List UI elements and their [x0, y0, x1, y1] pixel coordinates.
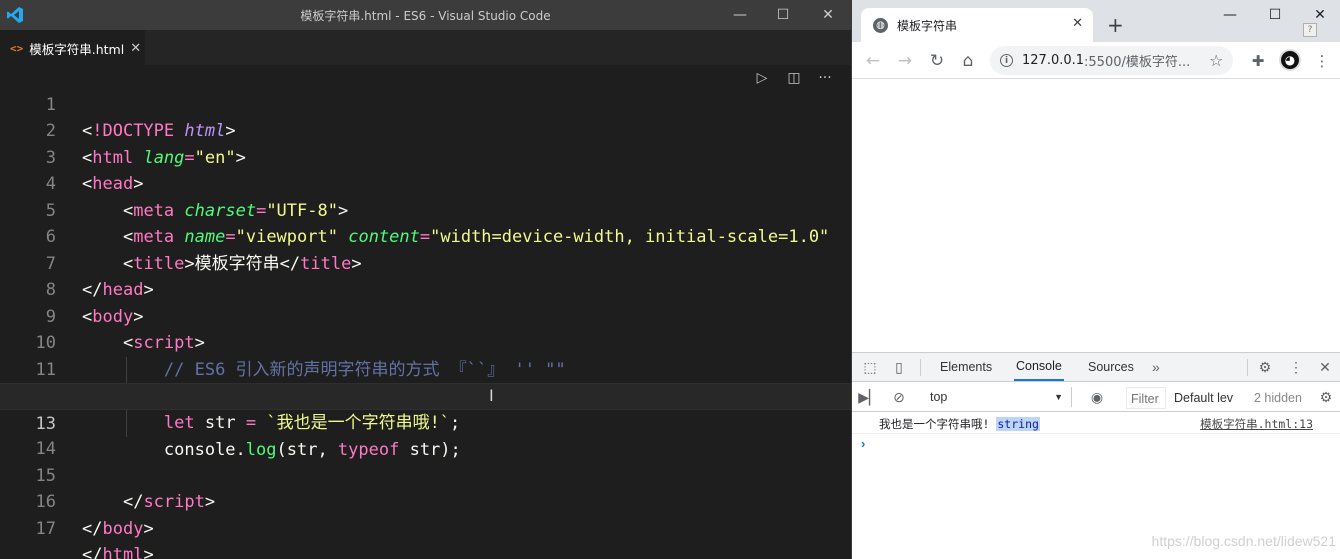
log-source-link[interactable]: 模板字符串.html:13: [1200, 416, 1313, 432]
log-level-selector[interactable]: Default lev: [1174, 387, 1240, 409]
code-line: 16 </body>: [0, 463, 851, 539]
code-line-active: 13 console.log(str, typeof str);: [0, 383, 851, 460]
log-text-wrap: 我也是一个字符串哦! string: [879, 416, 1040, 432]
url-path: :5500/模板字符...: [1084, 55, 1191, 70]
text-cursor-icon: I: [489, 386, 494, 405]
chrome-toolbar: ← → ↻ ⌂ i 127.0.0.1:5500/模板字符... ☆ ✚ ⋮: [852, 42, 1340, 79]
more-tabs-icon[interactable]: »: [1152, 359, 1160, 375]
close-window-button[interactable]: ✕: [805, 0, 851, 30]
code-line: 12 let str = `我也是一个字符串哦!`;: [0, 357, 851, 433]
chrome-tabstrip: ◍ 模板字符串 ✕ + — ☐ ✕ ?: [852, 0, 1340, 42]
inspect-element-icon[interactable]: ⬚: [861, 358, 879, 376]
code-line: 7 </head>: [0, 224, 851, 301]
editor-tab[interactable]: <> 模板字符串.html ✕: [0, 30, 145, 65]
context-value: top: [930, 390, 948, 404]
reload-icon[interactable]: ↻: [926, 50, 948, 72]
code-text: </html>: [82, 545, 154, 559]
extensions-icon[interactable]: ✚: [1248, 51, 1268, 71]
clear-console-icon[interactable]: ⊘: [890, 388, 908, 406]
forward-icon[interactable]: →: [894, 50, 916, 72]
browser-tab[interactable]: ◍ 模板字符串 ✕: [861, 8, 1093, 42]
maximize-button[interactable]: ☐: [1255, 4, 1295, 26]
context-selector[interactable]: top ▼: [924, 387, 1072, 407]
site-info-icon[interactable]: i: [1000, 54, 1013, 67]
console-settings-gear-icon[interactable]: ⚙: [1317, 388, 1335, 406]
code-line: 4 <meta charset="UTF-8">: [0, 145, 851, 221]
code-line: 9 <script>: [0, 277, 851, 354]
browser-tab-title: 模板字符串: [897, 18, 958, 33]
close-devtools-icon[interactable]: ✕: [1316, 358, 1334, 376]
tab-sources[interactable]: Sources: [1086, 353, 1136, 381]
home-icon[interactable]: ⌂: [957, 50, 979, 72]
editor-tabbar: <> 模板字符串.html ✕ ▷ ◫ ···: [0, 30, 851, 86]
hidden-count: 2 hidden: [1254, 391, 1302, 405]
html-file-icon: <>: [10, 41, 24, 55]
code-line: 10 // ES6 引入新的声明字符串的方式 『``』 '' "": [0, 304, 851, 380]
log-text: 我也是一个字符串哦!: [879, 417, 990, 431]
dropdown-arrow-icon: ▼: [1054, 392, 1063, 402]
code-line: 8 <body>: [0, 251, 851, 327]
help-icon[interactable]: ?: [1303, 23, 1317, 37]
code-line: 1 <!DOCTYPE html>: [0, 65, 851, 142]
settings-gear-icon[interactable]: ⚙: [1256, 358, 1274, 376]
device-toolbar-icon[interactable]: ▯: [890, 358, 908, 376]
code-line: 6 <title>模板字符串</title>: [0, 198, 851, 274]
code-line: 3 <head>: [0, 118, 851, 195]
avatar[interactable]: ◕: [1279, 49, 1301, 71]
tab-close-icon[interactable]: ✕: [1072, 16, 1083, 31]
console-prompt-icon[interactable]: ›: [861, 436, 865, 451]
divider: [1247, 359, 1248, 376]
devtools-panel: ⬚ ▯ Elements Console Sources » ⚙ ⋮ ✕ ▶▏ …: [852, 352, 1340, 559]
maximize-button[interactable]: ☐: [760, 0, 806, 30]
minimize-button[interactable]: —: [1210, 4, 1250, 26]
watermark: https://blog.csdn.net/lidew521: [1151, 533, 1336, 549]
back-icon[interactable]: ←: [862, 50, 884, 72]
bookmark-star-icon[interactable]: ☆: [1209, 51, 1223, 70]
vscode-window: 模板字符串.html - ES6 - Visual Studio Code — …: [0, 0, 851, 559]
vscode-titlebar: 模板字符串.html - ES6 - Visual Studio Code — …: [0, 0, 851, 30]
page-viewport: [852, 79, 1340, 352]
console-filter-input[interactable]: Filter: [1126, 387, 1166, 409]
screen: 模板字符串.html - ES6 - Visual Studio Code — …: [0, 0, 1340, 559]
code-line: 5 <meta name="viewport" content="width=d…: [0, 171, 851, 248]
show-sidebar-icon[interactable]: ▶▏: [858, 388, 880, 406]
code-line: 14: [0, 410, 851, 459]
code-line: 11 //1. 声明: [0, 330, 851, 407]
minimize-button[interactable]: —: [717, 0, 763, 30]
tab-close-icon[interactable]: ✕: [130, 41, 141, 56]
devtools-tabbar: ⬚ ▯ Elements Console Sources » ⚙ ⋮ ✕: [852, 353, 1340, 382]
tab-elements[interactable]: Elements: [938, 353, 994, 381]
divider: [920, 359, 921, 376]
code-line: 17 </html>: [0, 489, 851, 559]
line-number: 17: [35, 518, 56, 539]
code-line: 2 <html lang="en">: [0, 92, 851, 168]
new-tab-button[interactable]: +: [1107, 13, 1124, 37]
globe-icon: ◍: [873, 17, 888, 33]
url-host: 127.0.0.1: [1022, 53, 1085, 68]
console-message: 我也是一个字符串哦! string 模板字符串.html:13: [852, 412, 1340, 434]
kebab-menu-icon[interactable]: ⋮: [1287, 358, 1305, 376]
menu-icon[interactable]: ⋮: [1312, 51, 1332, 71]
live-expression-eye-icon[interactable]: ◉: [1088, 388, 1106, 406]
code-text: </body>: [82, 518, 154, 539]
code-line: 15 </script>: [0, 436, 851, 513]
log-type: string: [996, 417, 1040, 431]
chrome-window: ◍ 模板字符串 ✕ + — ☐ ✕ ? ← → ↻ ⌂ i 127.0.0.1:…: [851, 0, 1340, 559]
address-bar[interactable]: i 127.0.0.1:5500/模板字符...: [990, 46, 1233, 75]
editor-tab-label: 模板字符串.html: [29, 41, 125, 57]
tab-console[interactable]: Console: [1014, 353, 1064, 381]
code-editor[interactable]: 1 <!DOCTYPE html> 2 <html lang="en"> 3 <…: [0, 65, 851, 559]
console-toolbar: ▶▏ ⊘ top ▼ ◉ Filter Default lev 2 hidden…: [852, 383, 1340, 412]
